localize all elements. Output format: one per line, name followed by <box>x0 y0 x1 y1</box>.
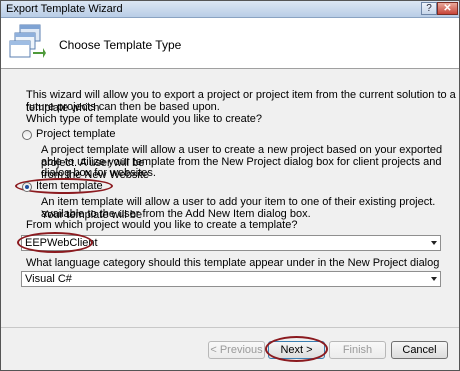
help-button[interactable]: ? <box>421 2 437 15</box>
close-button[interactable]: ✕ <box>437 2 458 15</box>
item-template-radio[interactable] <box>22 182 32 192</box>
language-select[interactable]: Visual C# <box>21 271 441 287</box>
export-template-wizard-window: Export Template Wizard ? ✕ Choose Templa… <box>0 0 460 371</box>
footer-divider <box>1 327 459 328</box>
project-template-label[interactable]: Project template <box>36 128 115 141</box>
window-title: Export Template Wizard <box>6 3 123 15</box>
wizard-header: Choose Template Type <box>1 18 459 69</box>
previous-button[interactable]: < Previous <box>208 341 265 359</box>
next-button-highlight-ring <box>265 336 328 362</box>
cancel-button[interactable]: Cancel <box>391 341 448 359</box>
template-type-question: Which type of template would you like to… <box>26 113 263 125</box>
page-title: Choose Template Type <box>59 38 182 52</box>
language-select-value: Visual C# <box>25 273 72 285</box>
project-template-radio[interactable] <box>22 130 32 140</box>
title-bar: Export Template Wizard ? ✕ <box>1 1 459 18</box>
chevron-down-icon <box>431 241 437 245</box>
chevron-down-icon <box>431 277 437 281</box>
project-question: From which project would you like to cre… <box>26 219 298 231</box>
item-template-label[interactable]: Item template <box>36 180 103 193</box>
export-template-wizard-icon <box>9 24 46 58</box>
project-select-highlight-ring <box>17 232 93 253</box>
finish-button[interactable]: Finish <box>329 341 386 359</box>
